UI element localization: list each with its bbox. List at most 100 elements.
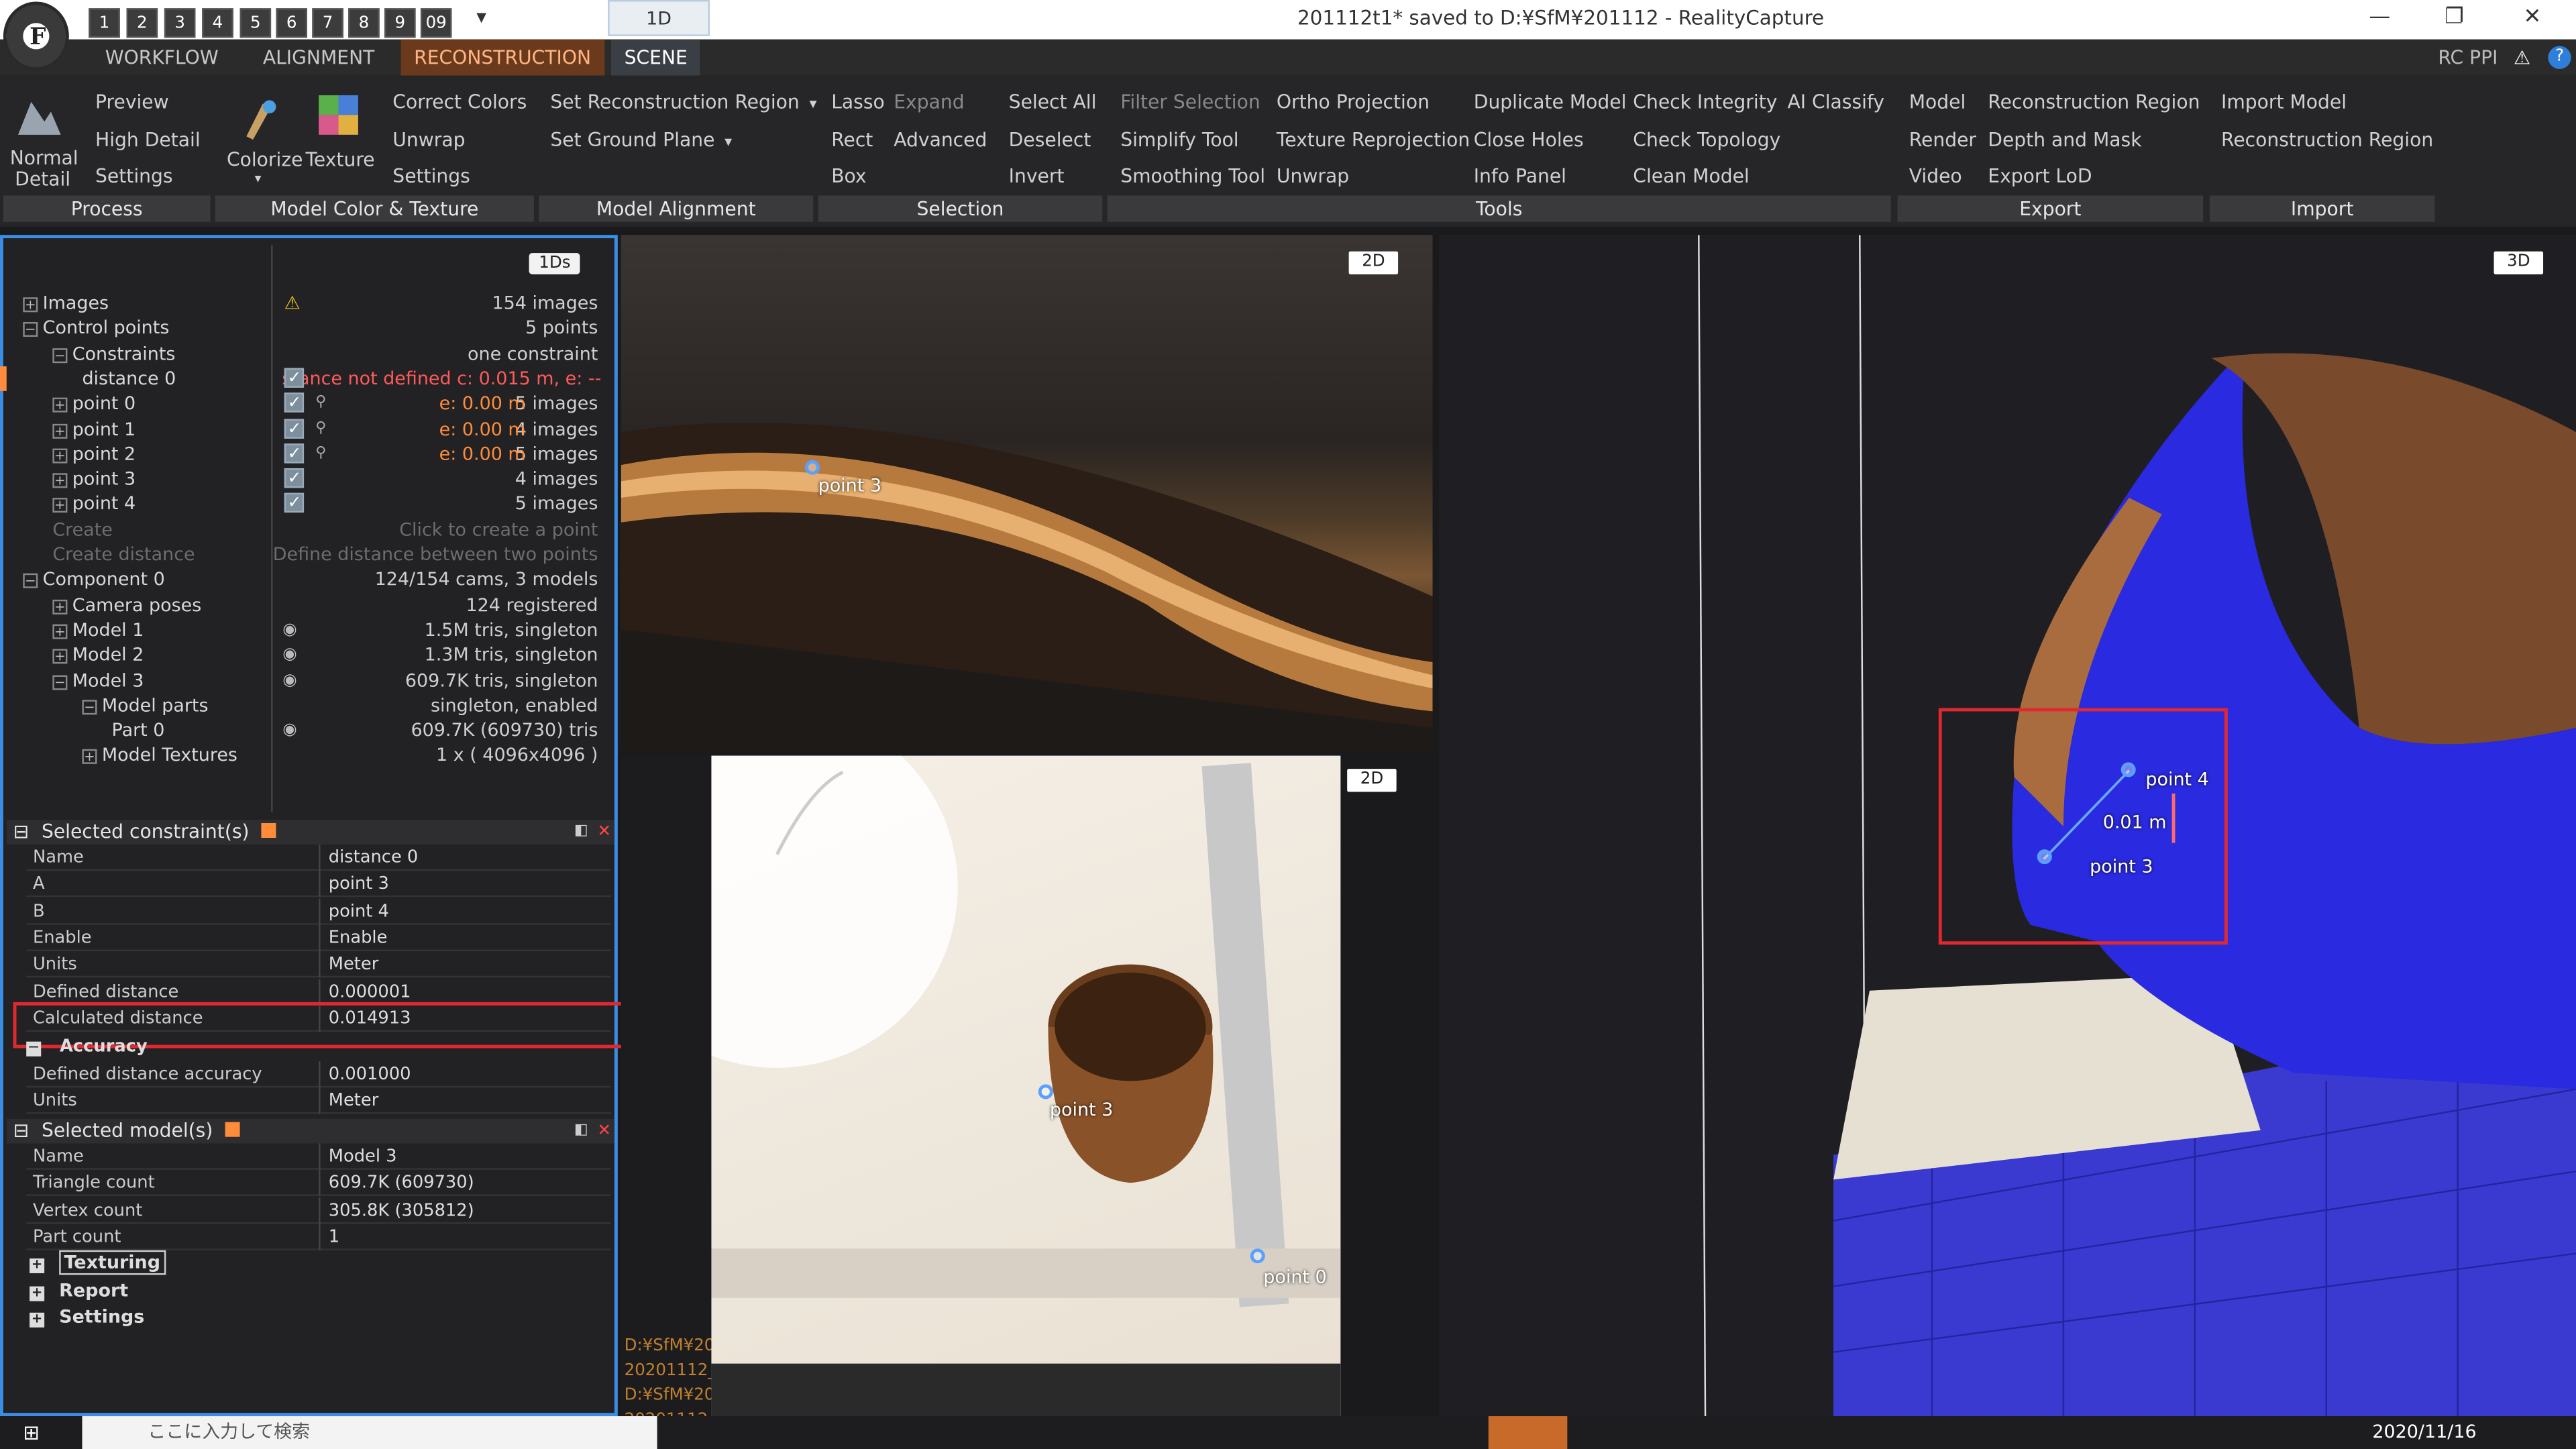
check-integrity-button[interactable]: Check Integrity	[1633, 91, 1777, 113]
expand-icon[interactable]: +	[52, 624, 68, 639]
float-icon[interactable]: ◧	[574, 1119, 588, 1144]
collapse-icon[interactable]: −	[23, 322, 38, 337]
unwrap-button[interactable]: Unwrap	[392, 128, 465, 151]
set-reconstruction-region-button[interactable]: Set Reconstruction Region ▾	[550, 91, 816, 113]
image-viewport-top[interactable]: 2D point 3	[621, 235, 1433, 751]
property-value[interactable]: Meter	[329, 1088, 379, 1114]
export-reconstruction-region-button[interactable]: Reconstruction Region	[1988, 91, 2200, 113]
tab-scene[interactable]: SCENE	[611, 39, 701, 76]
tree-row[interactable]: + Model Textures 1 x ( 4096x4096 )	[3, 743, 608, 768]
control-point-marker[interactable]	[2037, 849, 2052, 865]
property-value[interactable]: 305.8K (305812)	[329, 1197, 474, 1223]
select-all-button[interactable]: Select All	[1009, 91, 1097, 113]
box-button[interactable]: Box	[831, 164, 866, 187]
property-value[interactable]: distance 0	[329, 845, 419, 871]
tree-row[interactable]: + point 3 4 images	[3, 467, 608, 491]
tab-alignment[interactable]: ALIGNMENT	[250, 40, 388, 76]
tree-row[interactable]: − Model parts singleton, enabled	[3, 693, 608, 718]
tree-row[interactable]: + Model 1 1.5M tris, singleton ◉	[3, 618, 608, 643]
normal-detail-icon[interactable]	[15, 95, 64, 138]
accuracy-row[interactable]: − Accuracy	[26, 1036, 148, 1057]
set-ground-plane-button[interactable]: Set Ground Plane ▾	[550, 128, 732, 151]
expand-icon[interactable]: +	[52, 473, 68, 488]
model-section-settings[interactable]: + Settings	[30, 1306, 144, 1328]
expand-icon[interactable]: +	[82, 749, 97, 765]
tree-row[interactable]: − Constraints one constraint	[3, 341, 608, 366]
process-settings-button[interactable]: Settings	[95, 164, 173, 187]
tree-item-label[interactable]: + point 2	[52, 441, 136, 466]
tree-row[interactable]: − Control points 5 points	[3, 316, 608, 341]
layout-button-5[interactable]: 5	[239, 8, 272, 38]
layout-button-9[interactable]: 9	[384, 8, 416, 38]
tree-item-label[interactable]: − Model parts	[82, 693, 209, 718]
tree-item-label[interactable]: − Model 3	[52, 668, 144, 693]
import-reconstruction-region-button[interactable]: Reconstruction Region	[2221, 128, 2433, 151]
enable-checkbox[interactable]	[284, 441, 305, 466]
quick-access-dropdown-icon[interactable]: ▾	[476, 5, 486, 28]
tree-row[interactable]: + point 4 5 images	[3, 492, 608, 517]
advanced-button[interactable]: Advanced	[894, 128, 987, 151]
float-icon[interactable]: ◧	[574, 820, 588, 845]
tree-row[interactable]: Create distance Define distance between t…	[3, 542, 608, 567]
control-point-marker[interactable]	[1038, 1084, 1053, 1099]
close-icon[interactable]: ✕	[597, 1119, 611, 1144]
tree-item-label[interactable]: + Camera poses	[52, 592, 201, 617]
expand-button[interactable]: Expand	[894, 91, 964, 113]
layout-button-7[interactable]: 7	[312, 8, 343, 38]
colorize-dropdown-icon[interactable]: ▾	[255, 171, 262, 186]
colorize-icon[interactable]	[240, 94, 283, 140]
tree-row[interactable]: + point 1 4 imagese: 0.00 m ⚲	[3, 417, 608, 441]
expand-icon[interactable]: +	[30, 1285, 45, 1301]
realitycapture-taskbar-icon[interactable]	[1488, 1416, 1568, 1449]
close-icon[interactable]: ✕	[2524, 5, 2542, 30]
selected-models-header[interactable]: ⊟ Selected model(s) ◧ ✕	[6, 1118, 614, 1144]
expand-icon[interactable]: +	[52, 398, 68, 413]
layout-button-4[interactable]: 4	[202, 8, 233, 38]
visibility-eye-icon[interactable]: ◉	[282, 668, 297, 693]
app-logo-icon[interactable]: F	[3, 1, 69, 71]
export-model-button[interactable]: Model	[1909, 91, 1966, 113]
tab-reconstruction[interactable]: RECONSTRUCTION	[400, 39, 604, 76]
tree-item-label[interactable]: + Model Textures	[82, 743, 237, 768]
info-panel-button[interactable]: Info Panel	[1474, 164, 1566, 187]
expand-icon[interactable]: +	[52, 448, 68, 464]
taskbar-search[interactable]: ここに入力して検索	[82, 1416, 657, 1449]
tree-row[interactable]: + Camera poses 124 registered	[3, 592, 608, 617]
panel-1ds-badge[interactable]: 1Ds	[529, 253, 581, 274]
layout-button-6[interactable]: 6	[276, 8, 307, 38]
render-button[interactable]: Render	[1909, 128, 1976, 151]
import-model-button[interactable]: Import Model	[2221, 91, 2347, 113]
tree-row[interactable]: − Component 0 124/154 cams, 3 models	[3, 568, 608, 592]
correct-colors-button[interactable]: Correct Colors	[392, 91, 527, 113]
view-2d-badge[interactable]: 2D	[1347, 769, 1397, 792]
expand-icon[interactable]: +	[52, 598, 68, 614]
layout-button-10[interactable]: 09	[420, 8, 452, 38]
tree-item-label[interactable]: + point 0	[52, 391, 136, 416]
minimize-icon[interactable]: —	[2369, 5, 2390, 30]
enable-checkbox[interactable]	[284, 492, 305, 517]
tree-row[interactable]: Part 0 609.7K (609730) tris ◉	[3, 718, 608, 743]
tree-item-label[interactable]: + point 1	[52, 417, 136, 441]
view-2d-badge[interactable]: 2D	[1348, 251, 1399, 274]
colorize-button[interactable]: Colorize	[227, 148, 303, 170]
property-value[interactable]: 0.001000	[329, 1061, 411, 1087]
preview-button[interactable]: Preview	[95, 91, 169, 113]
texture-reprojection-button[interactable]: Texture Reprojection	[1277, 128, 1470, 151]
close-holes-button[interactable]: Close Holes	[1474, 128, 1584, 151]
tree-row[interactable]: + Images 154 images ⚠	[3, 290, 608, 315]
ai-classify-button[interactable]: AI Classify	[1788, 91, 1885, 113]
enable-checkbox[interactable]	[284, 391, 305, 416]
check-topology-button[interactable]: Check Topology	[1633, 128, 1780, 151]
tree-item-label[interactable]: − Component 0	[23, 568, 165, 592]
tree-row[interactable]: + point 0 5 imagese: 0.00 m ⚲	[3, 391, 608, 416]
expand-icon[interactable]: +	[52, 649, 68, 664]
tree-row[interactable]: +point 2 5 imagese: 0.00 m ⚲	[3, 441, 608, 466]
control-point-marker[interactable]	[1250, 1248, 1265, 1264]
layout-1d-tab[interactable]: 1D	[608, 0, 710, 36]
ortho-projection-button[interactable]: Ortho Projection	[1277, 91, 1430, 113]
windows-start-icon[interactable]: ⊞	[23, 1421, 46, 1444]
property-value[interactable]: point 3	[329, 871, 389, 898]
collapse-icon[interactable]: −	[52, 674, 68, 690]
visibility-eye-icon[interactable]: ◉	[282, 718, 297, 743]
tree-row[interactable]: Create Click to create a point	[3, 517, 608, 542]
